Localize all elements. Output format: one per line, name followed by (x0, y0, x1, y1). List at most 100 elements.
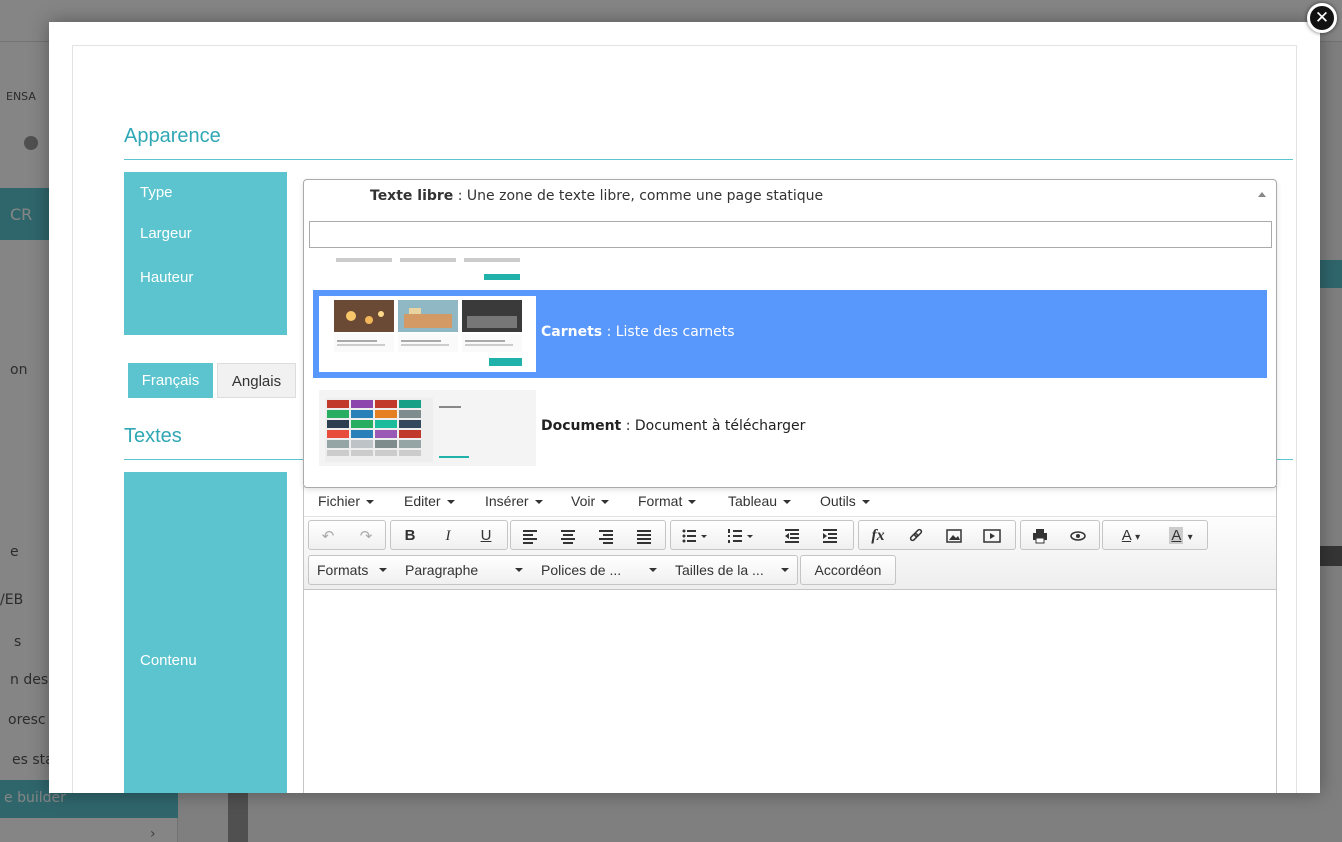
accordion-button[interactable]: Accordéon (801, 556, 895, 584)
tab-english[interactable]: Anglais (217, 363, 296, 398)
menu-format-label: Format (638, 493, 683, 509)
label-height: Hauteur (140, 269, 194, 286)
caret-down-icon (601, 500, 610, 505)
menu-format[interactable]: Format (638, 493, 697, 509)
toolbar-group-history: ↶ ↷ (308, 520, 386, 550)
caret-down-icon (366, 500, 375, 505)
text-color-icon[interactable]: A ▾ (1109, 524, 1153, 548)
menu-table[interactable]: Tableau (728, 493, 792, 509)
caret-down-icon (688, 500, 697, 505)
bullet-list-icon[interactable] (677, 524, 711, 548)
section-divider (124, 159, 1293, 160)
option-carnets-desc: : Liste des carnets (602, 324, 735, 340)
toolbar-group-style: B I U (390, 520, 508, 550)
menu-file[interactable]: Fichier (318, 493, 375, 509)
caret-up-icon[interactable] (1258, 192, 1266, 197)
underline-icon[interactable]: U (473, 524, 499, 548)
menu-view[interactable]: Voir (571, 493, 610, 509)
option-thumbnail-image (319, 390, 536, 466)
font-size-dropdown-label: Tailles de la ... (675, 562, 764, 578)
caret-down-icon (515, 568, 523, 572)
type-select-dropdown: Texte libre : Une zone de texte libre, c… (303, 179, 1277, 488)
link-icon[interactable] (903, 524, 929, 548)
option-document-text: Document : Document à télécharger (541, 384, 805, 472)
formula-icon[interactable]: fx (865, 524, 891, 548)
option-thumbnail-image (319, 296, 536, 372)
label-type: Type (140, 184, 173, 201)
caret-down-icon (781, 568, 789, 572)
list-item[interactable] (334, 256, 544, 286)
type-options-list: Carnets : Liste des carnets Document: D… (304, 256, 1276, 486)
modal-content-frame: Apparence Type Largeur Hauteur Français … (72, 45, 1297, 793)
align-right-icon[interactable] (593, 524, 619, 548)
bold-icon[interactable]: B (397, 524, 423, 548)
tab-french[interactable]: Français (128, 363, 213, 398)
option-document-name: Document (541, 418, 622, 434)
media-icon[interactable] (979, 524, 1005, 548)
type-select-current[interactable]: Texte libre : Une zone de texte libre, c… (304, 180, 1276, 212)
appearance-labels: Type Largeur Hauteur (124, 172, 287, 335)
undo-icon[interactable]: ↶ (315, 524, 341, 548)
font-family-dropdown-label: Polices de ... (541, 562, 622, 578)
option-document-desc: : Document à télécharger (621, 418, 806, 434)
formats-dropdown-label: Formats (317, 562, 369, 578)
font-family-dropdown[interactable]: Polices de ... (533, 556, 665, 584)
menu-edit-label: Editer (404, 493, 441, 509)
block-editor-modal: Apparence Type Largeur Hauteur Français … (49, 22, 1320, 793)
menu-insert-label: Insérer (485, 493, 529, 509)
italic-icon[interactable]: I (435, 524, 461, 548)
menu-view-label: Voir (571, 493, 596, 509)
formats-dropdown[interactable]: Formats (309, 556, 395, 584)
editor-toolbar: ↶ ↷ B I U fx A ▾ A ▾ Formats Paragraphe … (304, 517, 1276, 590)
close-icon[interactable]: ✕ (1307, 3, 1337, 33)
menu-table-label: Tableau (728, 493, 778, 509)
toolbar-group-color: A ▾ A ▾ (1102, 520, 1208, 550)
label-content: Contenu (140, 652, 197, 669)
rich-text-editor: Fichier Editer Insérer Voir Format Table… (303, 486, 1277, 793)
toolbar-group-output (1020, 520, 1100, 550)
preview-icon[interactable] (1065, 524, 1091, 548)
menu-tools-label: Outils (820, 493, 856, 509)
align-center-icon[interactable] (555, 524, 581, 548)
redo-icon[interactable]: ↷ (353, 524, 379, 548)
toolbar-group-formatting: Formats Paragraphe Polices de ... Taille… (308, 555, 798, 585)
toolbar-group-align (510, 520, 666, 550)
content-label-box: Contenu (124, 472, 287, 793)
caret-down-icon (649, 568, 657, 572)
section-title-texts: Textes (124, 425, 182, 447)
toolbar-group-accordion: Accordéon (800, 555, 896, 585)
type-search-input[interactable] (309, 221, 1272, 248)
paragraph-dropdown[interactable]: Paragraphe (397, 556, 531, 584)
menu-file-label: Fichier (318, 493, 361, 509)
caret-down-icon (534, 500, 543, 505)
caret-down-icon (783, 500, 792, 505)
paragraph-dropdown-label: Paragraphe (405, 562, 479, 578)
print-icon[interactable] (1027, 524, 1053, 548)
outdent-icon[interactable] (779, 524, 805, 548)
editor-menubar: Fichier Editer Insérer Voir Format Table… (304, 487, 1276, 517)
background-color-icon[interactable]: A ▾ (1159, 524, 1203, 548)
caret-down-icon (861, 500, 870, 505)
option-carnets-text: Carnets : Liste des carnets (541, 290, 735, 378)
type-select-current-name: Texte libre (370, 188, 454, 204)
align-justify-icon[interactable] (631, 524, 657, 548)
label-width: Largeur (140, 225, 192, 242)
option-carnets[interactable]: Carnets : Liste des carnets (313, 290, 1267, 378)
image-icon[interactable] (941, 524, 967, 548)
menu-edit[interactable]: Editer (404, 493, 455, 509)
menu-insert[interactable]: Insérer (485, 493, 543, 509)
option-document[interactable]: Document : Document à télécharger (313, 384, 1267, 472)
align-left-icon[interactable] (517, 524, 543, 548)
toolbar-group-insert: fx (858, 520, 1016, 550)
numbered-list-icon[interactable] (723, 524, 757, 548)
caret-down-icon (446, 500, 455, 505)
toolbar-group-lists (670, 520, 854, 550)
font-size-dropdown[interactable]: Tailles de la ... (667, 556, 797, 584)
indent-icon[interactable] (817, 524, 843, 548)
editor-content-area[interactable] (304, 591, 1276, 793)
section-title-appearance: Apparence (124, 125, 221, 147)
option-carnets-name: Carnets (541, 324, 603, 340)
type-select-current-desc: : Une zone de texte libre, comme une pag… (453, 188, 824, 204)
caret-down-icon (379, 568, 387, 572)
menu-tools[interactable]: Outils (820, 493, 870, 509)
